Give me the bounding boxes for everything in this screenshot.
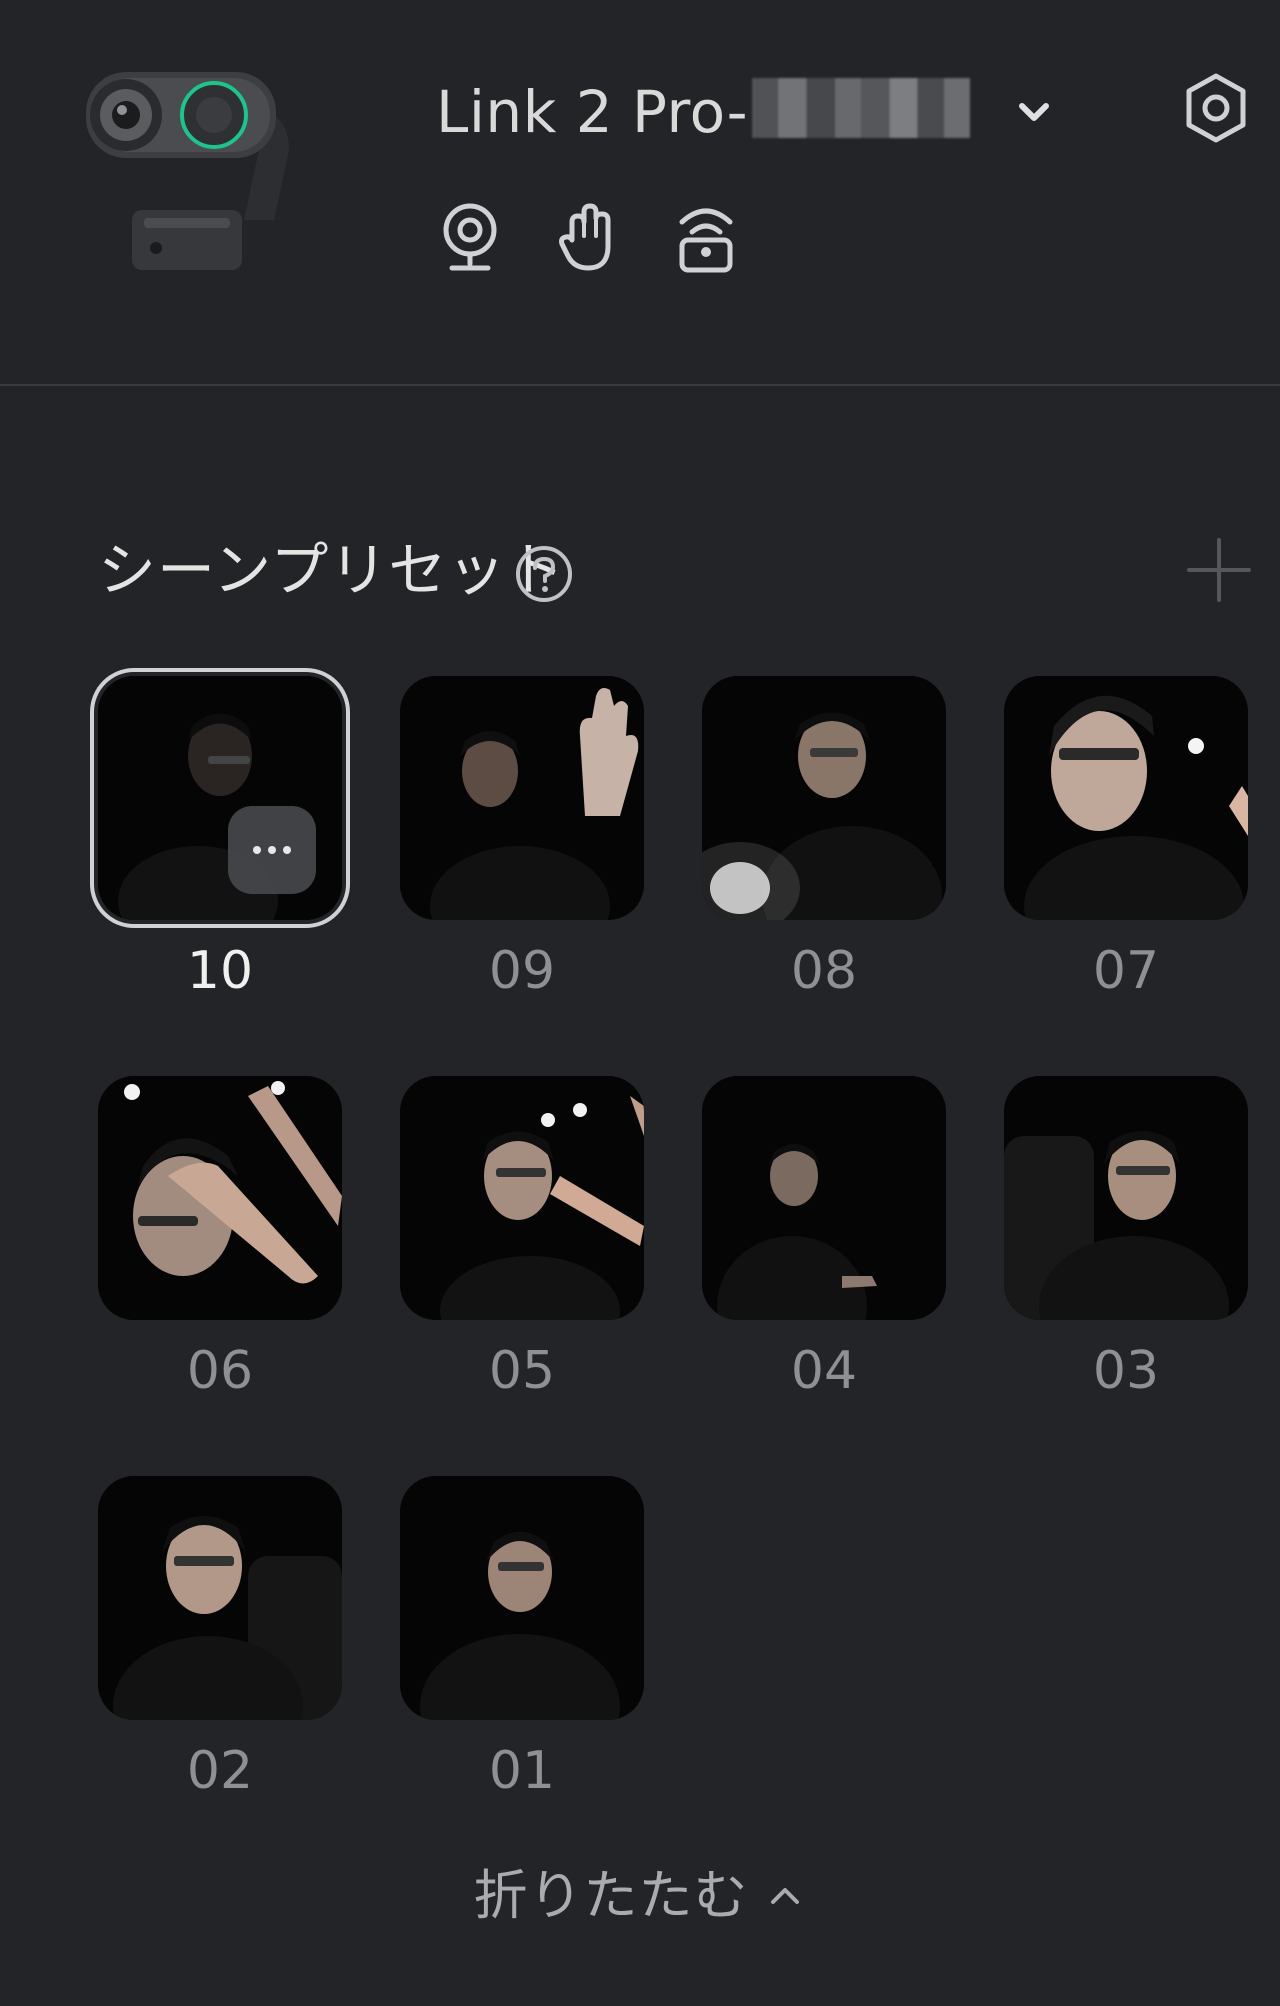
ellipsis-icon[interactable] — [228, 806, 316, 894]
wireless-signal-icon[interactable] — [672, 200, 740, 274]
webcam-icon[interactable] — [436, 200, 504, 274]
preset-thumbnail[interactable] — [702, 676, 946, 920]
header-divider — [0, 384, 1280, 386]
device-header: Link 2 Pro- — [0, 0, 1280, 385]
preset-thumbnail[interactable] — [98, 1476, 342, 1720]
camera-product-image — [84, 70, 328, 274]
preset-label: 03 — [1092, 1341, 1160, 1401]
preset-thumbnail[interactable] — [1004, 1076, 1248, 1320]
preset-thumbnail[interactable] — [1004, 676, 1248, 920]
collapse-button[interactable]: 折りたたむ — [0, 1858, 1280, 1934]
collapse-label: 折りたたむ — [473, 1864, 749, 1927]
preset-thumbnail[interactable] — [400, 1076, 644, 1320]
hand-gesture-icon[interactable] — [554, 200, 622, 274]
chevron-down-icon[interactable] — [1006, 84, 1062, 140]
plus-icon[interactable] — [1184, 535, 1254, 605]
preset-label: 02 — [186, 1741, 254, 1801]
preset-thumbnail[interactable] — [98, 1076, 342, 1320]
preset-label: 06 — [186, 1341, 254, 1401]
preset-label: 07 — [1092, 941, 1160, 1001]
preset-label: 01 — [488, 1741, 556, 1801]
chevron-up-icon — [770, 1888, 799, 1904]
preset-thumbnail[interactable] — [400, 1476, 644, 1720]
preset-label: 10 — [186, 941, 254, 1001]
preset-label: 05 — [488, 1341, 556, 1401]
preset-thumbnail[interactable] — [98, 676, 342, 920]
device-serial-redacted — [752, 78, 970, 138]
question-circle-icon[interactable] — [514, 544, 574, 604]
preset-label: 08 — [790, 941, 858, 1001]
preset-label: 09 — [488, 941, 556, 1001]
preset-thumbnail[interactable] — [702, 1076, 946, 1320]
settings-gear-icon[interactable] — [1178, 70, 1254, 146]
scene-presets-title: シーンプリセット — [98, 536, 566, 604]
device-name[interactable]: Link 2 Pro- — [436, 72, 748, 152]
preset-thumbnail[interactable] — [400, 676, 644, 920]
preset-label: 04 — [790, 1341, 858, 1401]
